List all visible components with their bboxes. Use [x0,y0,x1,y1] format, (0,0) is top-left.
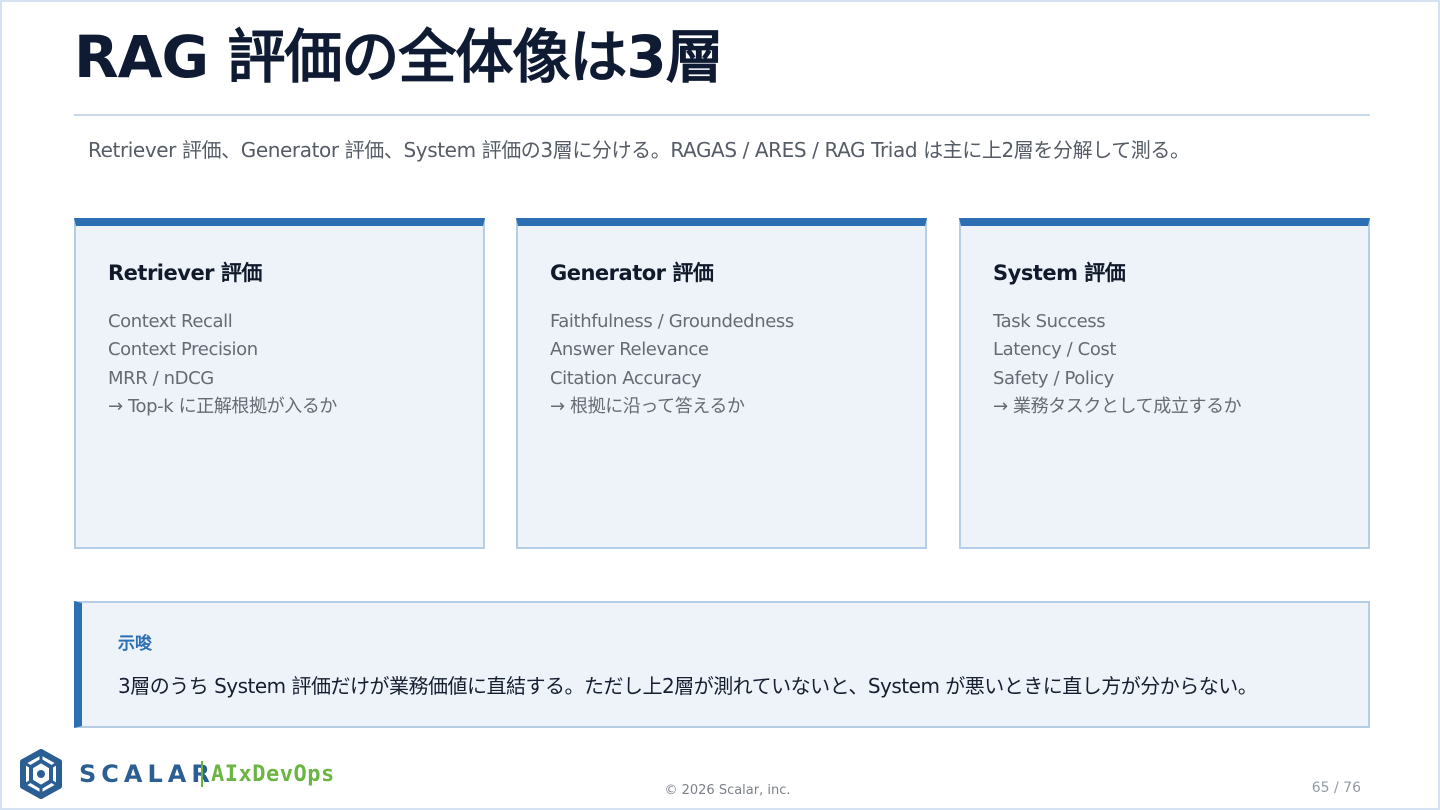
page-number: 65 / 76 [1311,780,1361,796]
list-item: Answer Relevance [550,339,709,361]
list-item: MRR / nDCG [108,367,214,389]
card-title: System 評価 [993,261,1126,285]
evaluation-layer-cards: Retriever 評価 Context Recall Context Prec… [74,218,1370,549]
card-title: Generator 評価 [550,261,714,285]
copyright-text: © 2026 Scalar, inc. [664,783,791,798]
list-item: Citation Accuracy [550,367,702,389]
title-divider [74,114,1370,116]
implication-callout: 示唆 3層のうち System 評価だけが業務価値に直結する。ただし上2層が測れ… [74,601,1370,728]
card-title: Retriever 評価 [108,261,262,285]
list-item: Faithfulness / Groundedness [550,311,794,332]
list-item: Latency / Cost [993,339,1117,361]
slide-title: RAG 評価の全体像は3層 [74,23,724,91]
system-evaluation-card: System 評価 Task Success Latency / Cost Sa… [959,218,1370,549]
card-metric-list: Faithfulness / Groundedness Answer Relev… [550,308,794,421]
callout-label: 示唆 [118,634,152,654]
list-item: → Top-k に正解根拠が入るか [108,395,338,417]
generator-evaluation-card: Generator 評価 Faithfulness / Groundedness… [516,218,927,549]
slide-subtitle: Retriever 評価、Generator 評価、System 評価の3層に分… [88,138,1190,162]
presentation-slide: RAG 評価の全体像は3層 Retriever 評価、Generator 評価、… [0,0,1440,810]
list-item: Context Precision [108,339,258,361]
list-item: Safety / Policy [993,367,1114,389]
retriever-evaluation-card: Retriever 評価 Context Recall Context Prec… [74,218,485,549]
list-item: → 業務タスクとして成立するか [993,395,1242,417]
list-item: → 根拠に沿って答えるか [550,395,745,417]
callout-text: 3層のうち System 評価だけが業務価値に直結する。ただし上2層が測れていな… [118,674,1258,698]
list-item: Context Recall [108,311,233,332]
card-metric-list: Context Recall Context Precision MRR / n… [108,308,337,421]
card-metric-list: Task Success Latency / Cost Safety / Pol… [993,308,1242,421]
list-item: Task Success [993,311,1106,332]
